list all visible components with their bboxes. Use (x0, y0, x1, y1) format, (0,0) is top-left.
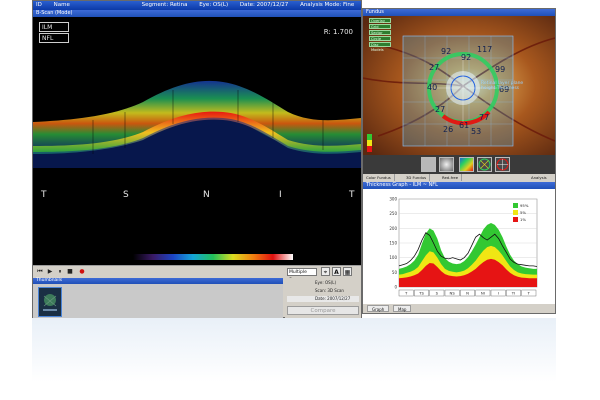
analysis-window: Fundus Overlay Grid Sector Circle Disc M… (362, 8, 556, 314)
sector-value: 77 (479, 113, 490, 122)
title-date: Date: 2007/12/27 (239, 2, 289, 8)
legend-swatch (513, 217, 518, 222)
sector-value: 40 (427, 83, 438, 92)
y-tick-label: 200 (389, 226, 397, 231)
window-reflection (32, 318, 556, 398)
bscan-image-area[interactable]: B-Scan (Mode) ILM NFL R: 1.700 T S N I T (33, 10, 361, 265)
direction-temporal-left: T (41, 190, 47, 200)
sector-value: 27 (429, 63, 440, 72)
scan-mode-select[interactable]: Multiple Scans (287, 268, 317, 283)
graph-tab-bar: Graph Map (363, 304, 555, 313)
legend-label: 5% (520, 210, 526, 215)
graph-panel-title: Thickness Graph - ILM ~ NFL (363, 182, 555, 189)
direction-nasal: N (203, 190, 210, 200)
y-tick-label: 100 (389, 255, 397, 260)
sector-value: 92 (441, 47, 452, 56)
legend-swatch (513, 203, 518, 208)
tab-graph[interactable]: Graph (367, 305, 390, 312)
legend-swatch (513, 210, 518, 215)
tab-analysis[interactable]: Analysis (528, 174, 550, 181)
sector-value: 92 (461, 53, 472, 62)
overlay-option-grid[interactable]: Grid (369, 24, 391, 29)
overlay-option-overlay[interactable]: Overlay (369, 18, 391, 23)
sector-value: 61 (459, 121, 470, 130)
x-category-label: NS (450, 291, 456, 296)
fundus-panel-title: Fundus (363, 9, 555, 16)
sector-value: 27 (435, 105, 446, 114)
ratio-label: R: 1.700 (323, 28, 353, 36)
fundus-thumbnail-map[interactable] (459, 157, 474, 172)
overlay-option-circle[interactable]: Circle (369, 36, 391, 41)
intensity-color-bar (133, 254, 293, 260)
oct-bscan-image (33, 50, 361, 170)
sector-grid-icon (478, 158, 491, 171)
thickness-chart[interactable]: 050100150200250300T TS S NS N NI I TI T95%5%1% (363, 189, 555, 304)
y-tick-label: 250 (389, 211, 397, 216)
info-eye: Eye: OS(L) (315, 280, 337, 285)
record-icon[interactable]: ● (79, 269, 85, 275)
fundus-tab-bar: Color Fundus 3D Fundus Red-free Analysis (363, 174, 555, 181)
legend-label: 1% (520, 217, 526, 222)
compare-button[interactable]: Compare (287, 306, 359, 315)
bscan-panel-title: B-Scan (Mode) (33, 10, 361, 17)
playback-toolbar: ⏮ ▶ ⏸ ■ ● Multiple Scans ⌖ A ▦ (33, 265, 361, 283)
image-view-icon[interactable]: ▦ (343, 267, 352, 276)
title-eye: Eye: OS(L) (199, 2, 229, 8)
fundus-thumbnail-circle[interactable] (495, 157, 510, 172)
play-icon[interactable]: ▶ (47, 269, 53, 275)
layer-ilm[interactable]: ILM (39, 22, 69, 32)
legend-label: 95% (520, 203, 529, 208)
fundus-thumbnail-redfree[interactable] (439, 157, 454, 172)
bscan-window: ID Name Segment: Retina Eye: OS(L) Date:… (32, 0, 362, 318)
thumbnail-image-icon (39, 288, 61, 316)
scan-info-panel: Eye: OS(L) Scan: 3D Scan Date: 2007/12/2… (285, 278, 361, 318)
direction-temporal-right: T (349, 190, 355, 200)
pause-icon[interactable]: ⏸ (57, 269, 63, 275)
bscan-title-bar: ID Name Segment: Retina Eye: OS(L) Date:… (33, 1, 361, 10)
title-segment: Segment: Retina (141, 2, 188, 8)
direction-superior: S (123, 190, 129, 200)
y-tick-label: 0 (394, 285, 397, 290)
thickness-graph-panel: Thickness Graph - ILM ~ NFL 0 50 100 150 200… (363, 182, 555, 304)
fundus-thumbnail-sector[interactable] (477, 157, 492, 172)
fundus-thumbnail-strip (363, 155, 555, 174)
annotation-text-icon[interactable]: A (332, 267, 341, 276)
x-category-label: TS (418, 291, 424, 296)
layer-nfl[interactable]: NFL (39, 33, 69, 43)
scan-thumbnail[interactable] (38, 287, 62, 317)
title-id: ID (36, 2, 42, 8)
y-tick-label: 300 (389, 197, 397, 202)
fundus-panel: Fundus Overlay Grid Sector Circle Disc M… (363, 9, 555, 174)
x-category-label: I (498, 291, 499, 296)
info-scan: Scan: 3D Scan (315, 288, 344, 293)
sector-value: 117 (477, 45, 493, 54)
thumbnail-panel: Thumbnails (33, 278, 283, 318)
tab-3d-fundus[interactable]: 3D Fundus (403, 174, 431, 181)
overlay-option-sector[interactable]: Sector (369, 30, 391, 35)
fundus-thumbnail-gray[interactable] (421, 157, 436, 172)
sector-value: 99 (495, 65, 506, 74)
circle-scan-icon (496, 158, 509, 171)
tab-color-fundus[interactable]: Color Fundus (363, 174, 395, 181)
sector-value: 53 (471, 127, 482, 136)
tab-red-free[interactable]: Red-free (439, 174, 463, 181)
y-tick-label: 150 (389, 241, 397, 246)
x-category-label: N (466, 291, 469, 296)
direction-inferior: I (279, 190, 282, 200)
thumbnail-panel-title: Thumbnails (33, 278, 283, 284)
thickness-callout: Retinal layer plane height Thickness (481, 81, 524, 91)
x-category-label: TI (511, 291, 515, 296)
first-frame-icon[interactable]: ⏮ (37, 269, 43, 275)
tab-map[interactable]: Map (393, 305, 412, 312)
stop-icon[interactable]: ■ (67, 269, 73, 275)
info-date[interactable]: Date: 2007/12/27 (287, 296, 359, 302)
overlay-option-disc-models[interactable]: Disc Models (369, 42, 391, 52)
y-tick-label: 50 (392, 270, 398, 275)
title-name: Name (53, 2, 70, 8)
zoom-icon[interactable]: ⌖ (321, 267, 330, 276)
title-analysis-mode: Analysis Mode: Fine (300, 2, 355, 8)
x-category-label: NI (481, 291, 485, 296)
sector-value: 26 (443, 125, 454, 134)
